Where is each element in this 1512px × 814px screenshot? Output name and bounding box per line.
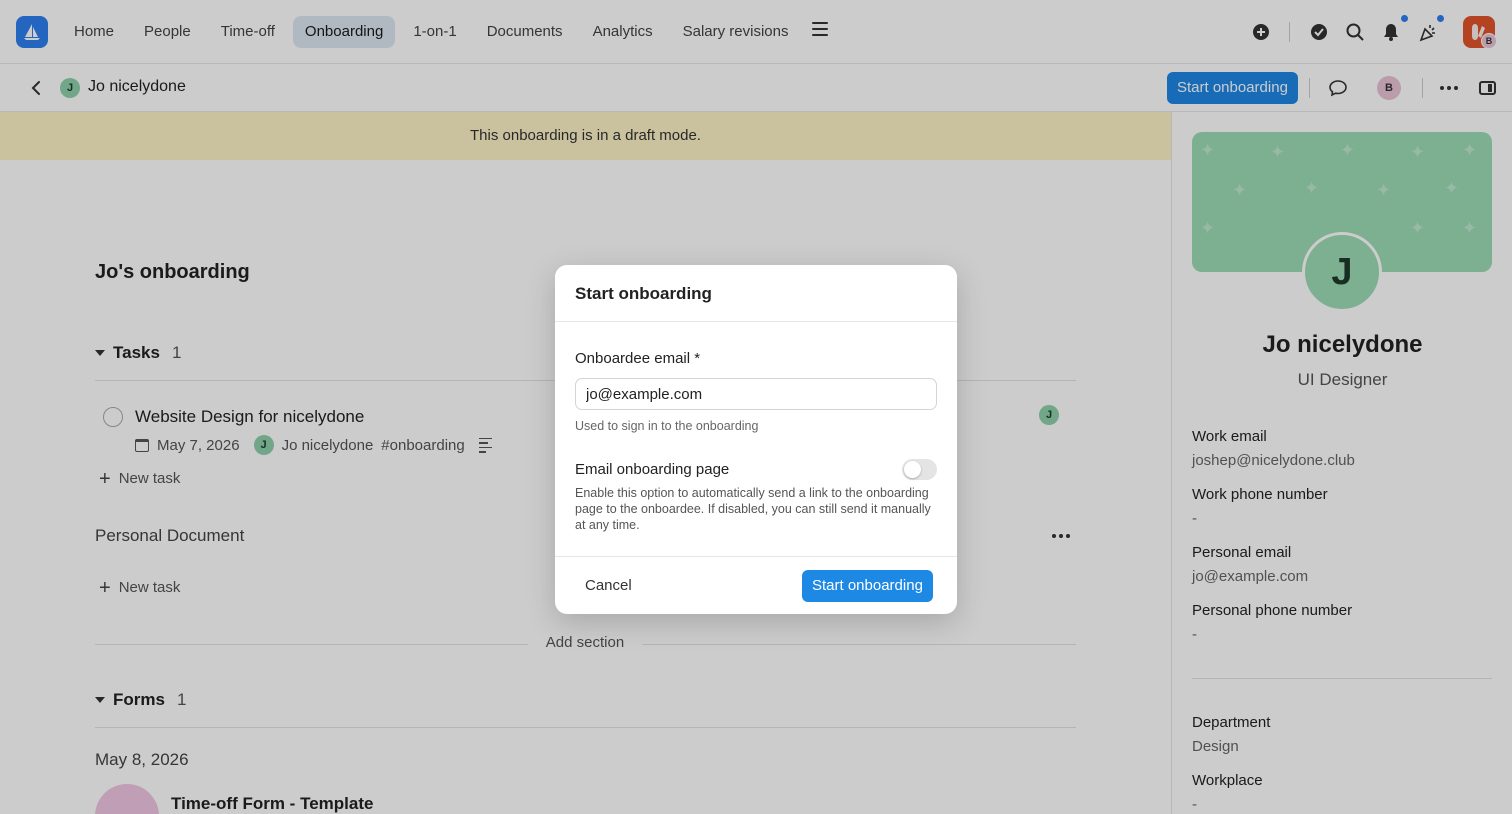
onboardee-email-input[interactable] [575,378,937,410]
email-onboarding-label: Email onboarding page [575,461,730,478]
dialog-title: Start onboarding [575,284,712,303]
cancel-button[interactable]: Cancel [575,570,642,602]
start-onboarding-dialog: Start onboarding Onboardee email * Used … [555,265,957,614]
toggle-knob [904,461,921,478]
divider [555,556,957,557]
email-help-text: Used to sign in to the onboarding [575,419,759,433]
email-onboarding-toggle[interactable] [902,459,937,480]
divider [555,321,957,322]
email-onboarding-description: Enable this option to automatically send… [575,486,931,532]
onboardee-email-label: Onboardee email * [575,350,701,367]
confirm-start-onboarding-button[interactable]: Start onboarding [802,570,933,602]
